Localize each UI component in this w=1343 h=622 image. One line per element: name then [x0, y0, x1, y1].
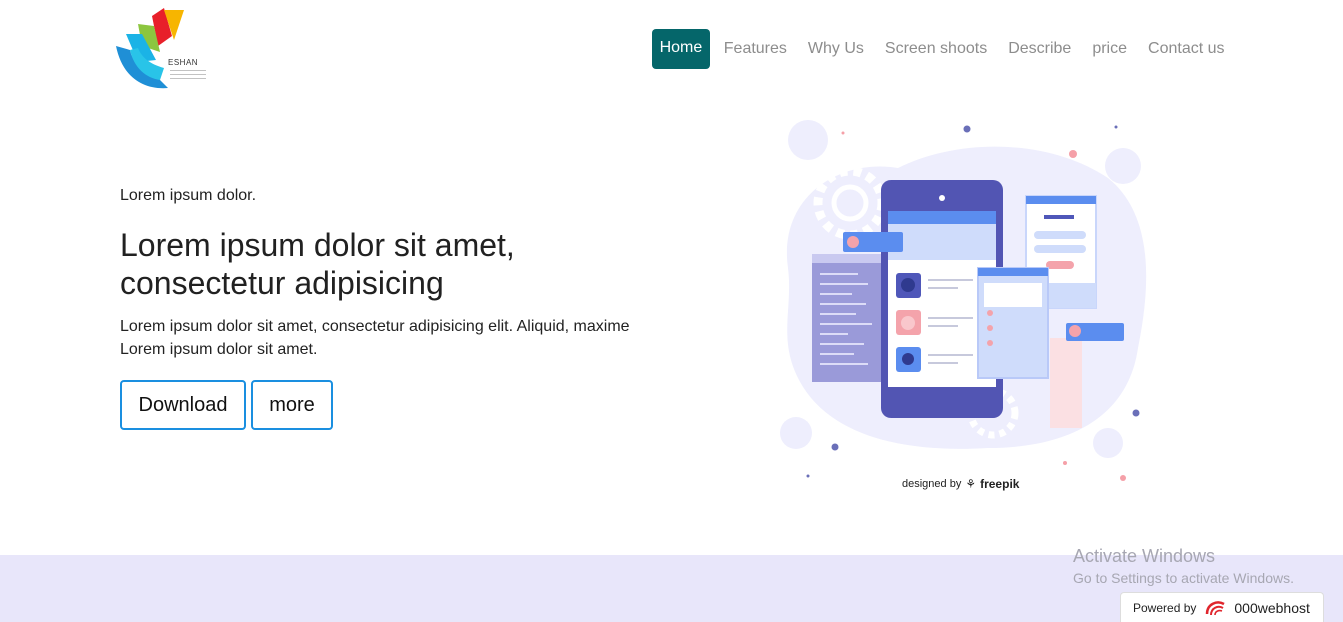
- illustration-credit[interactable]: designed by ⚘ freepik: [902, 477, 1019, 491]
- nav-features[interactable]: Features: [713, 29, 797, 69]
- 000webhost-logo-icon: [1206, 600, 1225, 615]
- nav-screen-shoots[interactable]: Screen shoots: [874, 29, 997, 69]
- main-nav: Home Features Why Us Screen shoots Descr…: [651, 29, 1235, 69]
- watermark-line2: Go to Settings to activate Windows.: [1073, 570, 1294, 586]
- credit-prefix: designed by: [902, 478, 962, 490]
- logo-tagline-lines: [170, 70, 206, 82]
- mobile-app-illustration-icon: [780, 120, 1147, 481]
- powered-by-prefix: Powered by: [1133, 600, 1197, 615]
- nav-contact-us[interactable]: Contact us: [1138, 29, 1235, 69]
- hero-illustration: [768, 118, 1158, 498]
- hero-buttons: Download more: [120, 380, 680, 430]
- hero-title: Lorem ipsum dolor sit amet, consectetur …: [120, 226, 680, 302]
- hero-section: Lorem ipsum dolor. Lorem ipsum dolor sit…: [120, 186, 680, 430]
- more-button[interactable]: more: [251, 380, 333, 430]
- powered-by-badge[interactable]: Powered by 000webhost: [1120, 592, 1324, 622]
- watermark-line1: Activate Windows: [1073, 546, 1216, 566]
- freepik-logo-icon: ⚘: [965, 477, 977, 491]
- nav-price[interactable]: price: [1082, 29, 1138, 69]
- credit-brand: freepik: [980, 477, 1020, 491]
- windows-activation-watermark: Activate Windows Go to Settings to activ…: [1073, 545, 1294, 588]
- nav-why-us[interactable]: Why Us: [797, 29, 874, 69]
- download-button[interactable]: Download: [120, 380, 246, 430]
- site-logo[interactable]: ESHAN: [112, 6, 212, 92]
- hero-title-line2: consectetur adipisicing: [120, 265, 444, 301]
- hero-body: Lorem ipsum dolor sit amet, consectetur …: [120, 318, 630, 358]
- powered-by-brand: 000webhost: [1234, 599, 1310, 616]
- nav-home[interactable]: Home: [651, 29, 711, 69]
- hero-title-line1: Lorem ipsum dolor sit amet,: [120, 227, 515, 263]
- nav-describe[interactable]: Describe: [998, 29, 1082, 69]
- hero-eyebrow: Lorem ipsum dolor.: [120, 187, 257, 204]
- logo-brand-text: ESHAN: [168, 58, 199, 67]
